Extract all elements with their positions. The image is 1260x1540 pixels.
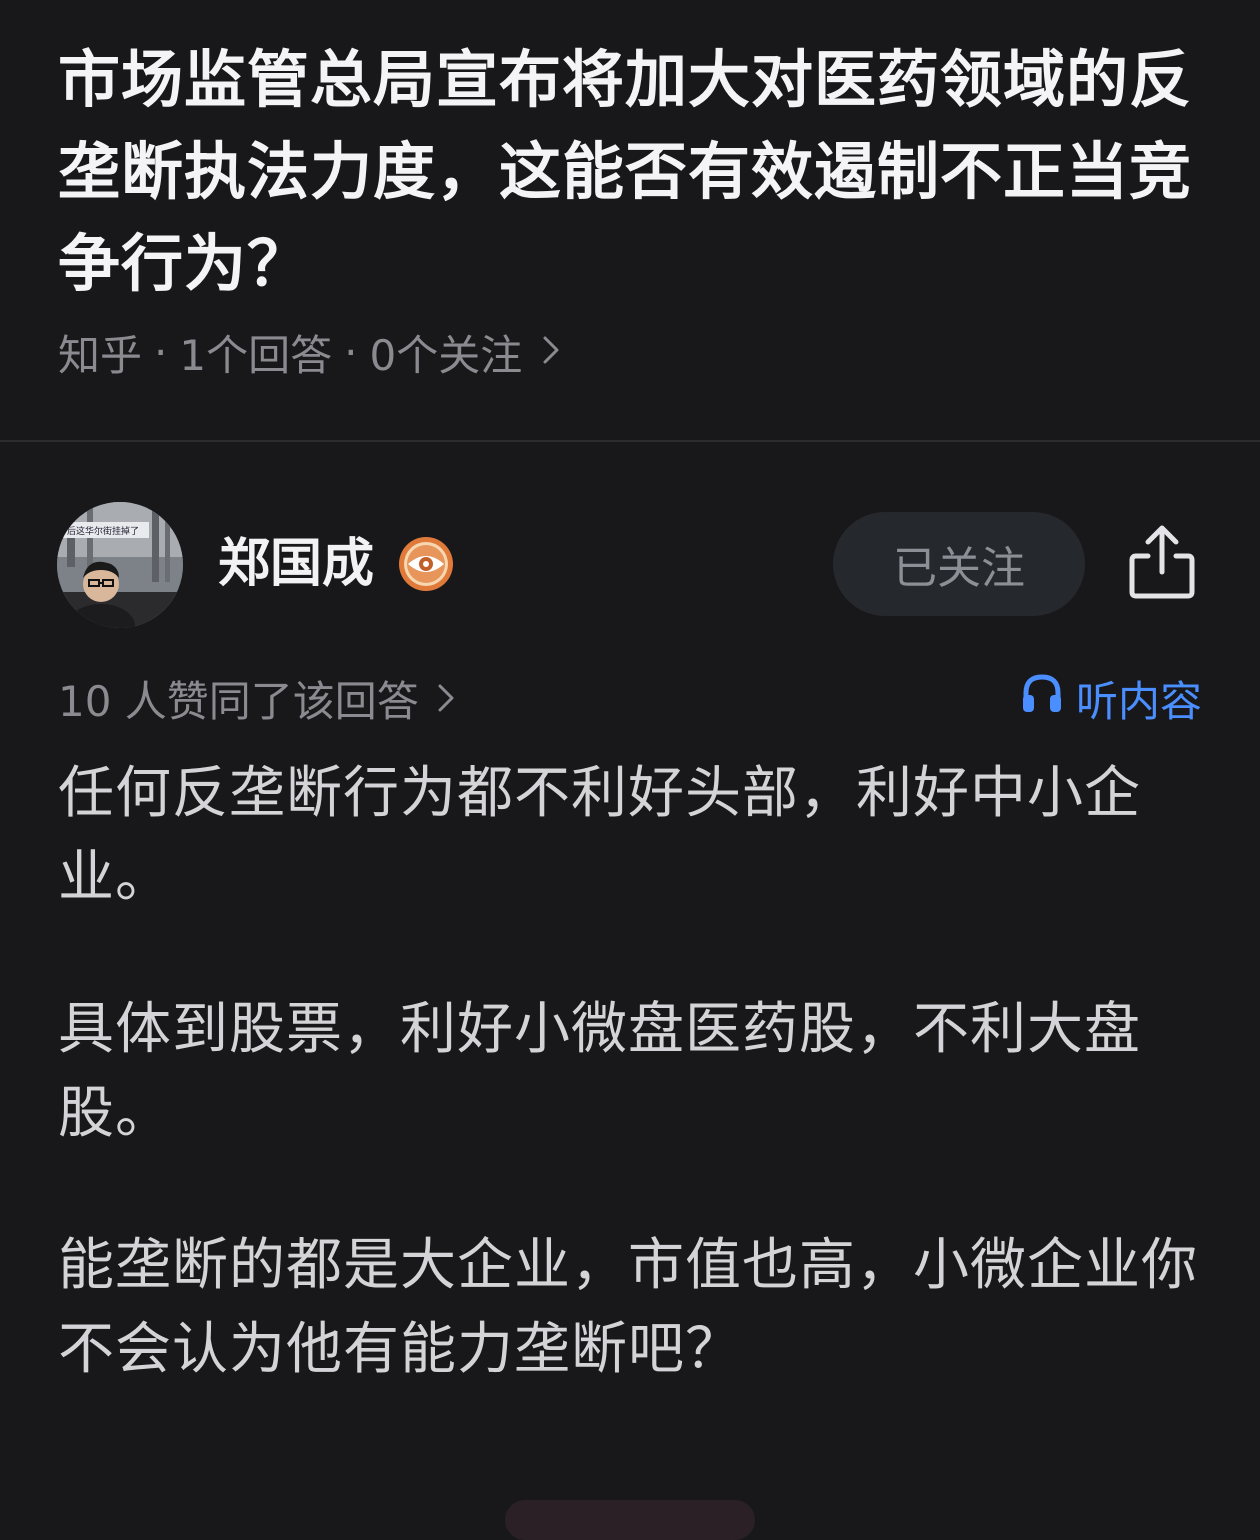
answer-paragraph: 任何反垄断行为都不利好头部，利好中小企业。 [58, 761, 1141, 910]
question-title[interactable]: 市场监管总局宣布将加大对医药领域的反垄断执法力度，这能否有效遏制不正当竞争行为？ [58, 34, 1208, 310]
answer-paragraph: 具体到股票，利好小微盘医药股，不利大盘股。 [58, 997, 1141, 1146]
avatar[interactable]: 后这华尔街挂掉了 [57, 502, 183, 628]
headphones-icon [1020, 671, 1076, 725]
listen-label: 听内容 [1075, 676, 1202, 726]
author-name[interactable]: 郑国成 [218, 532, 374, 596]
meta-separator: · [344, 327, 358, 377]
bottom-floating-bar[interactable] [505, 1500, 755, 1540]
answer-body: 任何反垄断行为都不利好头部，利好中小企业。 具体到股票，利好小微盘医药股，不利大… [58, 752, 1208, 1460]
question-meta[interactable]: 知乎 · 1个回答 · 0个关注 [58, 322, 560, 382]
source-label: 知乎 [58, 330, 143, 380]
share-icon[interactable] [1124, 522, 1200, 602]
chevron-right-icon [437, 674, 455, 723]
answer-paragraph: 能垄断的都是大企业，市值也高，小微企业你不会认为他有能力垄断吧？ [58, 1233, 1198, 1382]
meta-separator: · [154, 327, 168, 377]
answer-count: 1个回答 [179, 330, 333, 380]
chevron-right-icon [542, 329, 560, 375]
eye-badge-icon [397, 535, 455, 593]
follow-button[interactable]: 已关注 [833, 512, 1085, 616]
follow-count: 0个关注 [369, 330, 523, 380]
divider [0, 440, 1260, 442]
avatar-caption: 后这华尔街挂掉了 [67, 525, 139, 537]
listen-button[interactable]: 听内容 [1020, 668, 1202, 728]
vote-count-label: 10 人赞同了该回答 [58, 676, 419, 726]
vote-count[interactable]: 10 人赞同了该回答 [58, 668, 455, 728]
